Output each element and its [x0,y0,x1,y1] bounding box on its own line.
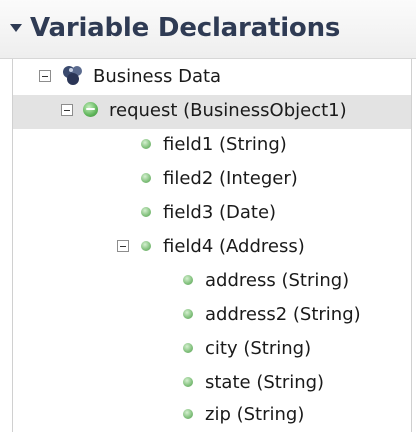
tree-node-label: address (String) [205,270,350,291]
collapse-toggle-icon[interactable] [117,240,129,252]
tree-node-label: state (String) [205,372,325,393]
field-icon [183,377,193,387]
business-data-icon [63,66,82,85]
variable-tree: Business Data request (BusinessObject1) … [12,59,412,432]
tree-node-address2[interactable]: address2 (String) [13,299,411,333]
tree-node-label: zip (String) [205,404,305,425]
tree-node-address[interactable]: address (String) [13,265,411,299]
tree-node-field1[interactable]: field1 (String) [13,129,411,163]
field-icon [183,343,193,353]
tree-node-label: filed2 (Integer) [163,168,298,189]
tree-node-label: field4 (Address) [163,236,305,257]
tree-node-label: field1 (String) [163,134,287,155]
tree-node-filed2[interactable]: filed2 (Integer) [13,163,411,197]
field-icon [141,139,151,149]
tree-node-field3[interactable]: field3 (Date) [13,197,411,231]
collapse-chevron-icon[interactable] [10,24,22,32]
collapse-toggle-icon[interactable] [61,104,73,116]
tree-node-state[interactable]: state (String) [13,367,411,401]
section-title: Variable Declarations [30,13,341,43]
tree-node-label: request (BusinessObject1) [109,100,347,121]
business-object-icon [83,102,98,117]
tree-node-request[interactable]: request (BusinessObject1) [13,95,411,129]
field-icon [183,409,193,419]
tree-node-label: city (String) [205,338,312,359]
tree-node-zip[interactable]: zip (String) [13,399,411,433]
field-icon [183,275,193,285]
tree-node-label: field3 (Date) [163,202,277,223]
field-icon [141,173,151,183]
tree-node-city[interactable]: city (String) [13,333,411,367]
tree-node-label: address2 (String) [205,304,361,325]
tree-node-label: Business Data [93,66,222,87]
field-icon [141,207,151,217]
tree-node-field4[interactable]: field4 (Address) [13,231,411,265]
section-header[interactable]: Variable Declarations [0,0,416,59]
collapse-toggle-icon[interactable] [39,70,51,82]
field-icon [141,241,151,251]
tree-node-business-data[interactable]: Business Data [13,61,411,95]
field-icon [183,309,193,319]
